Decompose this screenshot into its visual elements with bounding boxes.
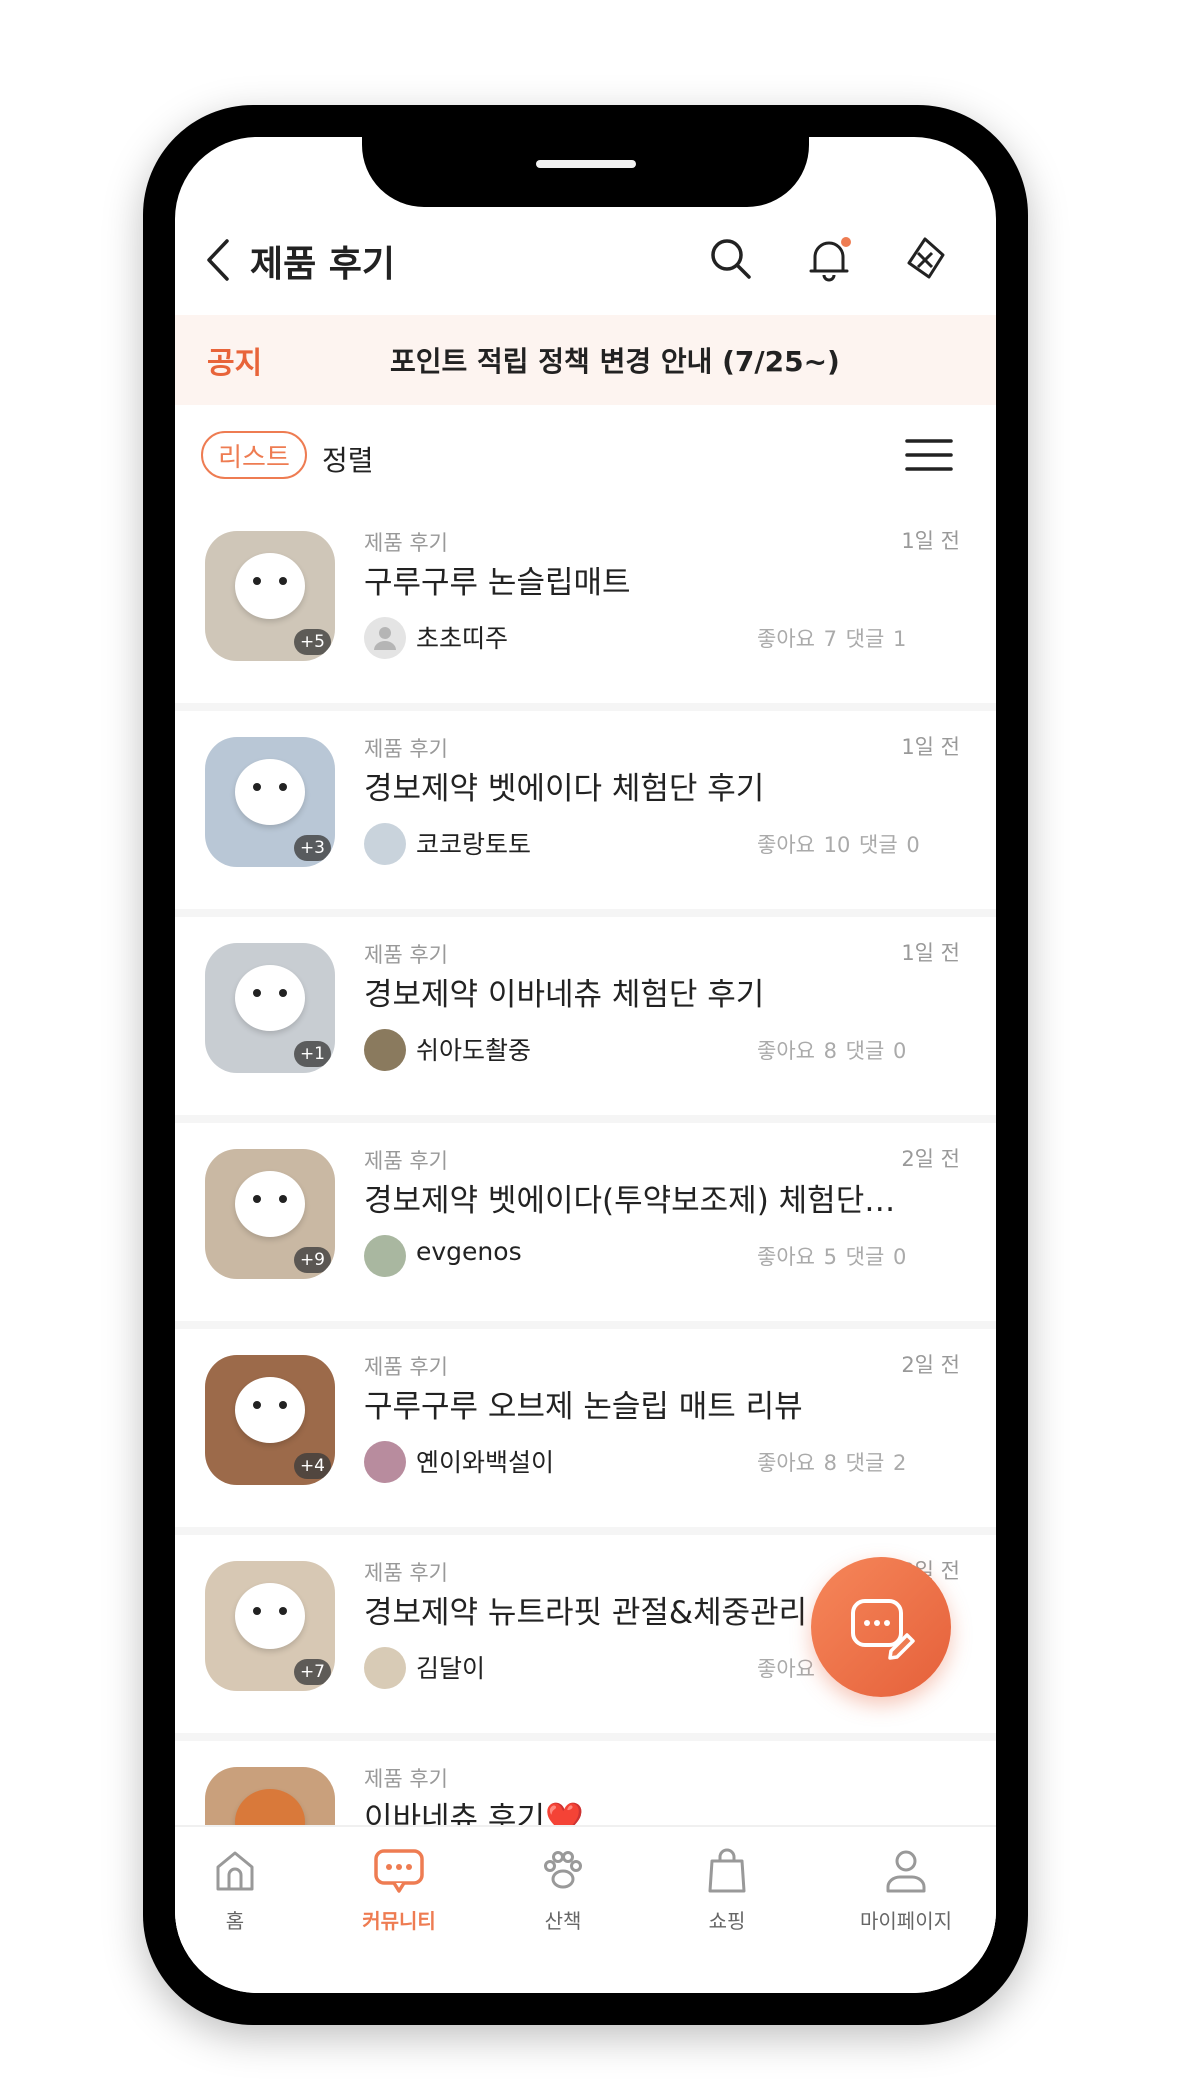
tab-label: 마이페이지 — [860, 1909, 952, 1933]
post-category: 제품 후기 — [364, 1149, 448, 1173]
post-thumbnail: +5 — [205, 531, 335, 661]
post-list: +5 제품 후기 1일 전 구루구루 논슬립매트 초초띠주 좋아요 7 댓글 1… — [175, 505, 996, 1947]
dog-photo — [235, 1377, 305, 1443]
author-name: 초초띠주 — [416, 624, 509, 653]
author-name: evgenos — [416, 1237, 522, 1266]
post-item[interactable]: +4 제품 후기 2일 전 구루구루 오브제 논슬립 매트 리뷰 옌이와백설이 … — [175, 1329, 996, 1535]
tab-label: 산책 — [544, 1909, 582, 1933]
photo-count-badge: +7 — [293, 1659, 331, 1685]
bottom-tab-bar: 홈 커뮤니티 산책 쇼핑 마이페이지 — [175, 1825, 996, 1993]
tab-shopping[interactable]: 쇼핑 — [667, 1845, 787, 1934]
speaker-grille — [536, 160, 636, 168]
home-icon — [216, 1851, 254, 1891]
post-category: 제품 후기 — [364, 1561, 448, 1585]
post-stats: 좋아요 8 댓글 0 — [757, 1039, 907, 1063]
post-title: 경보제약 이바네츄 체험단 후기 — [364, 977, 765, 1013]
back-arrow-icon[interactable] — [205, 237, 231, 283]
post-stats: 좋아요 — [757, 1657, 815, 1681]
author-avatar — [364, 1647, 406, 1689]
author-avatar — [364, 823, 406, 865]
dog-photo — [235, 1171, 305, 1237]
sort-button[interactable]: 정렬 — [322, 439, 374, 479]
post-stats: 좋아요 7 댓글 1 — [757, 627, 907, 651]
dog-photo — [235, 759, 305, 825]
post-thumbnail: +4 — [205, 1355, 335, 1485]
author-avatar — [364, 1235, 406, 1277]
post-category: 제품 후기 — [364, 737, 448, 761]
tab-home[interactable]: 홈 — [175, 1845, 295, 1934]
paw-icon — [544, 1851, 582, 1889]
post-time: 1일 전 — [901, 941, 960, 965]
post-time: 2일 전 — [901, 1147, 960, 1171]
notice-text: 포인트 적립 정책 변경 안내 (7/25~) — [390, 345, 840, 378]
phone-frame: 제품 후기 공지 포인트 적립 정책 변경 안내 (7/25~) 리스트 정렬 … — [143, 105, 1028, 2025]
post-item[interactable]: +9 제품 후기 2일 전 경보제약 벳에이다(투약보조제) 체험단… evge… — [175, 1123, 996, 1329]
tab-label: 홈 — [225, 1909, 245, 1933]
profile-icon — [886, 1850, 926, 1893]
post-category: 제품 후기 — [364, 943, 448, 967]
shopping-bag-icon — [708, 1848, 746, 1893]
author-name: 쉬아도촬중 — [416, 1036, 532, 1065]
list-toolbar: 리스트 정렬 — [175, 405, 996, 505]
dog-photo — [235, 1583, 305, 1649]
post-time: 2일 전 — [901, 1353, 960, 1377]
post-stats: 좋아요 8 댓글 2 — [757, 1451, 907, 1475]
tab-mypage[interactable]: 마이페이지 — [831, 1845, 981, 1934]
author-name: 코코랑토토 — [416, 830, 532, 859]
post-title: 구루구루 논슬립매트 — [364, 565, 631, 601]
author-avatar — [364, 1029, 406, 1071]
search-icon[interactable] — [705, 233, 757, 285]
coupon-icon[interactable] — [899, 233, 951, 285]
dog-photo — [235, 965, 305, 1031]
post-item[interactable]: +5 제품 후기 1일 전 구루구루 논슬립매트 초초띠주 좋아요 7 댓글 1 — [175, 505, 996, 711]
post-title: 경보제약 벳에이다(투약보조제) 체험단… — [364, 1183, 896, 1219]
chat-icon — [374, 1849, 424, 1893]
author-avatar — [364, 1441, 406, 1483]
photo-count-badge: +5 — [293, 629, 331, 655]
hamburger-menu-icon[interactable] — [905, 437, 953, 473]
photo-count-badge: +1 — [293, 1041, 331, 1067]
post-item[interactable]: +1 제품 후기 1일 전 경보제약 이바네츄 체험단 후기 쉬아도촬중 좋아요… — [175, 917, 996, 1123]
app-header: 제품 후기 — [175, 207, 996, 312]
post-thumbnail: +3 — [205, 737, 335, 867]
notice-banner[interactable]: 공지 포인트 적립 정책 변경 안내 (7/25~) — [175, 315, 996, 405]
post-item[interactable]: +3 제품 후기 1일 전 경보제약 벳에이다 체험단 후기 코코랑토토 좋아요… — [175, 711, 996, 917]
author-name: 옌이와백설이 — [416, 1448, 555, 1477]
photo-count-badge: +3 — [293, 835, 331, 861]
post-stats: 좋아요 5 댓글 0 — [757, 1245, 907, 1269]
post-time: 1일 전 — [901, 529, 960, 553]
write-post-button[interactable] — [811, 1557, 951, 1697]
photo-count-badge: +9 — [293, 1247, 331, 1273]
post-thumbnail: +7 — [205, 1561, 335, 1691]
post-thumbnail: +1 — [205, 943, 335, 1073]
post-stats: 좋아요 10 댓글 0 — [757, 833, 920, 857]
notice-tag: 공지 — [207, 346, 263, 381]
post-title: 경보제약 벳에이다 체험단 후기 — [364, 771, 765, 807]
write-post-icon — [851, 1599, 915, 1660]
notification-bell-icon[interactable] — [803, 233, 855, 285]
app-screen: 제품 후기 공지 포인트 적립 정책 변경 안내 (7/25~) 리스트 정렬 … — [175, 137, 996, 1993]
post-thumbnail: +9 — [205, 1149, 335, 1279]
phone-notch — [362, 137, 809, 207]
tab-label: 커뮤니티 — [362, 1909, 436, 1933]
page-title: 제품 후기 — [250, 244, 396, 285]
tab-community[interactable]: 커뮤니티 — [339, 1845, 459, 1934]
dog-photo — [235, 553, 305, 619]
tab-label: 쇼핑 — [708, 1909, 746, 1933]
photo-count-badge: +4 — [293, 1453, 331, 1479]
tab-walk[interactable]: 산책 — [503, 1845, 623, 1934]
author-avatar — [364, 617, 406, 659]
author-name: 김달이 — [416, 1654, 486, 1683]
post-time: 1일 전 — [901, 735, 960, 759]
post-category: 제품 후기 — [364, 531, 448, 555]
list-view-button[interactable]: 리스트 — [201, 431, 307, 479]
post-category: 제품 후기 — [364, 1355, 448, 1379]
post-title: 구루구루 오브제 논슬립 매트 리뷰 — [364, 1389, 803, 1425]
post-category: 제품 후기 — [364, 1767, 448, 1791]
